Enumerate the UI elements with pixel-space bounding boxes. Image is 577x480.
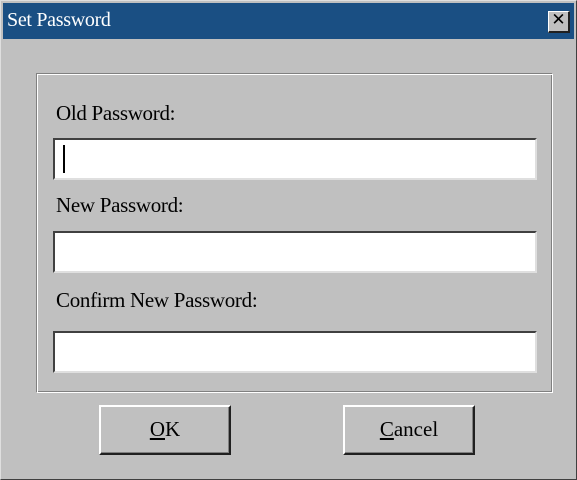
old-password-label: Old Password: [56, 101, 176, 125]
ok-label-rest: K [165, 417, 181, 441]
old-password-field[interactable] [53, 138, 537, 180]
confirm-password-field[interactable] [53, 331, 537, 373]
set-password-dialog: Set Password ✕ Old Password: New Passwor… [0, 0, 577, 480]
close-icon: ✕ [551, 10, 566, 30]
cancel-label-rest: ancel [393, 417, 439, 441]
confirm-password-label: Confirm New Password: [56, 288, 258, 312]
new-password-label: New Password: [56, 193, 184, 217]
text-caret [63, 145, 65, 173]
cancel-button[interactable]: Cancel [343, 405, 475, 455]
cancel-mnemonic: C [379, 417, 394, 441]
ok-button[interactable]: OK [99, 405, 231, 455]
title-bar[interactable]: Set Password ✕ [3, 3, 574, 39]
ok-mnemonic: O [149, 417, 165, 441]
window-title: Set Password [7, 9, 111, 31]
new-password-field[interactable] [53, 231, 537, 273]
close-button[interactable]: ✕ [548, 11, 570, 33]
